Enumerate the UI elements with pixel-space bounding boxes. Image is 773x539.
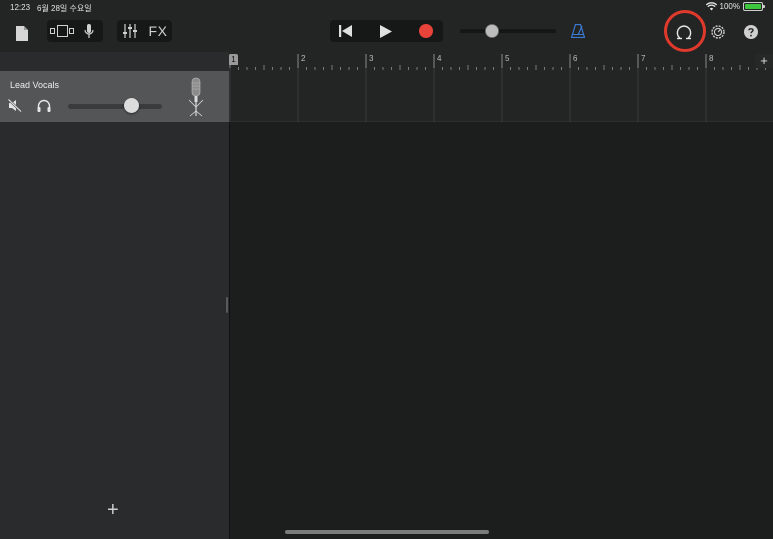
- ruler-bar-label: 6: [573, 54, 578, 63]
- ruler-bar-label: 7: [641, 54, 646, 63]
- help-icon: [744, 25, 758, 39]
- microphone-icon: [188, 77, 204, 117]
- tracks-workspace[interactable]: [230, 123, 773, 539]
- speaker-muted-icon: [8, 98, 22, 112]
- wifi-icon: [705, 2, 717, 11]
- skip-back-icon: [339, 25, 352, 37]
- ruler-ticks: [229, 54, 766, 122]
- ruler-bar-label: 5: [505, 54, 510, 63]
- instrument-button[interactable]: [80, 22, 98, 40]
- fx-button[interactable]: FX: [146, 22, 170, 40]
- ruler-bar-label: 3: [369, 54, 374, 63]
- add-track-button[interactable]: +: [107, 500, 119, 520]
- toolbar: FX: [0, 14, 773, 52]
- metronome-button[interactable]: [568, 22, 588, 40]
- master-volume-slider[interactable]: [460, 23, 556, 39]
- add-section-button[interactable]: +: [755, 54, 773, 68]
- highlight-ring: [664, 10, 706, 52]
- tracks-view-icon: [50, 25, 74, 37]
- track-volume-knob[interactable]: [124, 98, 140, 113]
- play-icon: [380, 24, 392, 38]
- microphone-icon: [84, 23, 94, 38]
- document-icon: [16, 25, 28, 41]
- pane-resize-handle[interactable]: [226, 297, 228, 313]
- help-button[interactable]: [742, 22, 760, 42]
- playhead[interactable]: 1: [229, 54, 238, 65]
- mute-button[interactable]: [7, 97, 23, 113]
- play-button[interactable]: [374, 22, 398, 40]
- home-indicator: [285, 530, 489, 534]
- my-songs-button[interactable]: [14, 23, 30, 43]
- headphones-icon: [37, 99, 51, 112]
- battery-percent: 100%: [719, 2, 740, 11]
- status-bar: 12:23 6월 28일 수요일 100%: [0, 0, 773, 14]
- ruler-bar-label: 8: [709, 54, 714, 63]
- status-time: 12:23: [10, 3, 31, 12]
- go-to-beginning-button[interactable]: [334, 22, 358, 40]
- tracks-view-button[interactable]: [49, 22, 75, 40]
- track-instrument-icon: [186, 76, 206, 118]
- mixer-icon: [123, 24, 137, 38]
- status-right: 100%: [705, 2, 765, 11]
- gear-icon: [711, 25, 725, 39]
- master-volume-track: [460, 24, 556, 38]
- track-controls-button[interactable]: [120, 22, 140, 40]
- track-name: Lead Vocals: [10, 80, 60, 90]
- track-header-lead-vocals[interactable]: Lead Vocals: [0, 71, 229, 122]
- track-volume-track: [68, 104, 162, 109]
- ruler-bar-label: 2: [301, 54, 306, 63]
- settings-button[interactable]: [708, 22, 728, 42]
- metronome-icon: [571, 24, 585, 38]
- ruler-bar-label: 4: [437, 54, 442, 63]
- battery-icon: [743, 2, 765, 11]
- record-icon: [419, 24, 433, 38]
- track-list-pane: Lead Vocals: [0, 52, 229, 539]
- record-button[interactable]: [414, 22, 438, 40]
- solo-button[interactable]: [36, 97, 52, 113]
- status-date: 6월 28일 수요일: [37, 4, 92, 13]
- timeline-ruler[interactable]: 2 3 4 5 6 7 8 1 +: [229, 52, 773, 122]
